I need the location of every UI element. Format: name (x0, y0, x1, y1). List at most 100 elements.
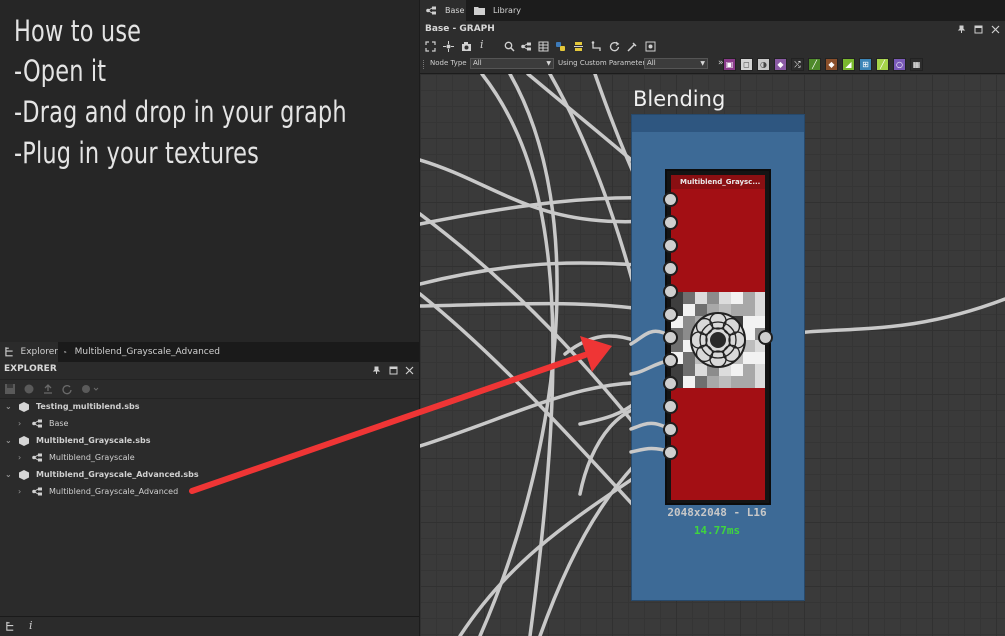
filter-image-icon[interactable]: ▣ (723, 58, 736, 71)
output-port[interactable] (758, 330, 773, 345)
custom-params-select[interactable]: All ▼ (644, 58, 708, 69)
instruction-line-3: -Drag and drop in your graph (14, 95, 347, 129)
filter-curve-icon[interactable]: ╱ (808, 58, 821, 71)
rotate-icon[interactable] (609, 41, 620, 52)
tree-item-multiblend-advanced[interactable]: › Multiblend_Grayscale_Advanced (0, 483, 419, 500)
new-package-icon[interactable] (23, 383, 35, 395)
filter-grayscale-icon[interactable]: ◑ (757, 58, 770, 71)
chevron-right-icon[interactable]: › (18, 453, 21, 462)
graph-tabbar: Base Library (420, 0, 1005, 21)
filter-blend-icon[interactable]: ◆ (774, 58, 787, 71)
input-port[interactable] (663, 261, 678, 276)
input-port[interactable] (663, 192, 678, 207)
package-icon (19, 470, 29, 480)
graph-window: Base Library Base - GRAPH i Node Type Al… (420, 0, 1005, 636)
package-icon (64, 350, 67, 354)
input-port[interactable] (663, 376, 678, 391)
explorer-panel: Explorer Multiblend_Grayscale_Advanced E… (0, 342, 419, 636)
info-icon[interactable]: i (29, 619, 33, 632)
graph-icon (32, 453, 42, 462)
input-port[interactable] (663, 215, 678, 230)
pin-icon[interactable] (372, 366, 381, 375)
filter-warp-icon[interactable]: ◆ (825, 58, 838, 71)
chevron-down-icon[interactable]: ⌄ (5, 402, 12, 411)
tree-item-multiblend-grayscale-sbs[interactable]: ⌄ Multiblend_Grayscale.sbs (0, 432, 419, 449)
filter-transform-icon[interactable]: ⊞ (859, 58, 872, 71)
chevron-down-icon[interactable]: ⌄ (5, 436, 12, 445)
graph-canvas[interactable]: Blending Multiblend_Graysc... 2048x2048 … (420, 74, 1005, 636)
instruction-line-2: -Open it (14, 54, 107, 88)
input-port[interactable] (663, 422, 678, 437)
export-icon[interactable] (42, 383, 54, 395)
camera-icon[interactable] (461, 41, 472, 52)
tree-item-base[interactable]: › Base (0, 415, 419, 432)
connect-icon[interactable] (591, 41, 602, 52)
tab-explorer[interactable]: Explorer (0, 342, 58, 362)
close-icon[interactable] (991, 25, 1000, 34)
input-port[interactable] (663, 445, 678, 460)
node-type-select[interactable]: All ▼ (470, 58, 554, 69)
explorer-title: EXPLORER (4, 364, 57, 374)
node-type-value: All (473, 59, 482, 67)
tree-icon (5, 347, 13, 357)
search-icon[interactable] (504, 41, 515, 52)
instructions-panel: How to use -Open it -Drag and drop in yo… (0, 0, 419, 342)
tree-icon[interactable] (5, 621, 16, 632)
graph-icon (32, 487, 42, 496)
close-icon[interactable] (405, 366, 414, 375)
filter-gradient-icon[interactable]: ╱ (876, 58, 889, 71)
tools-icon[interactable] (627, 41, 638, 52)
node-body-bottom (671, 388, 765, 500)
input-port[interactable] (663, 353, 678, 368)
python-icon[interactable] (555, 41, 566, 52)
explorer-toolbar (0, 379, 419, 399)
tab-library-label: Library (493, 6, 521, 15)
filter-levels-icon[interactable]: ◢ (842, 58, 855, 71)
filter-grid-icon[interactable]: ▦ (910, 58, 923, 71)
instruction-line-1: How to use (14, 14, 142, 48)
graph-icon[interactable] (521, 41, 532, 52)
save-icon[interactable] (4, 383, 16, 395)
float-icon[interactable] (389, 366, 398, 375)
tree-item-multiblend-advanced-sbs[interactable]: ⌄ Multiblend_Grayscale_Advanced.sbs (0, 466, 419, 483)
refresh-icon[interactable] (61, 383, 73, 395)
graph-header: Base - GRAPH (420, 21, 1005, 38)
input-port[interactable] (663, 307, 678, 322)
chevron-right-icon[interactable]: › (18, 419, 21, 428)
chevron-down-icon[interactable]: ⌄ (5, 470, 12, 479)
tree-item-label: Multiblend_Grayscale_Advanced.sbs (36, 470, 199, 479)
instruction-line-4: -Plug in your textures (14, 136, 260, 170)
toolbar-grip (423, 60, 426, 69)
folder-icon (474, 7, 485, 15)
filter-uniform-icon[interactable]: ◻ (740, 58, 753, 71)
explorer-footer: i (0, 616, 419, 636)
pin-icon[interactable] (957, 25, 966, 34)
export-image-icon[interactable] (645, 41, 656, 52)
filter-shuffle-icon[interactable]: ⤮ (791, 58, 804, 71)
graph-filter-bar: Node Type All ▼ Using Custom Parameters … (420, 55, 1005, 74)
graph-title: Base - GRAPH (425, 24, 495, 34)
tree-item-multiblend-grayscale[interactable]: › Multiblend_Grayscale (0, 449, 419, 466)
frame-selected-icon[interactable] (443, 41, 454, 52)
grid-icon[interactable] (538, 41, 549, 52)
tab-library[interactable]: Library (470, 0, 530, 21)
custom-params-value: All (647, 59, 656, 67)
node-title[interactable]: Multiblend_Graysc... (671, 175, 765, 189)
chevron-right-icon[interactable]: › (18, 487, 21, 496)
input-port[interactable] (663, 284, 678, 299)
input-port[interactable] (663, 238, 678, 253)
multiblend-node[interactable]: Multiblend_Graysc... (665, 169, 771, 505)
node-resolution: 2048x2048 - L16 (667, 506, 767, 519)
input-port[interactable] (663, 330, 678, 345)
link-dropdown-icon[interactable] (80, 383, 100, 395)
input-port[interactable] (663, 399, 678, 414)
explorer-header: EXPLORER (0, 363, 419, 378)
tab-base[interactable]: Base (420, 0, 466, 21)
align-icon[interactable] (573, 41, 584, 52)
info-icon[interactable]: i (480, 38, 484, 51)
float-icon[interactable] (974, 25, 983, 34)
filter-circle-icon[interactable]: ○ (893, 58, 906, 71)
frame-all-icon[interactable] (425, 41, 436, 52)
tree-item-testing-multiblend[interactable]: ⌄ Testing_multiblend.sbs (0, 398, 419, 415)
tab-multiblend-advanced[interactable]: Multiblend_Grayscale_Advanced (60, 342, 220, 362)
